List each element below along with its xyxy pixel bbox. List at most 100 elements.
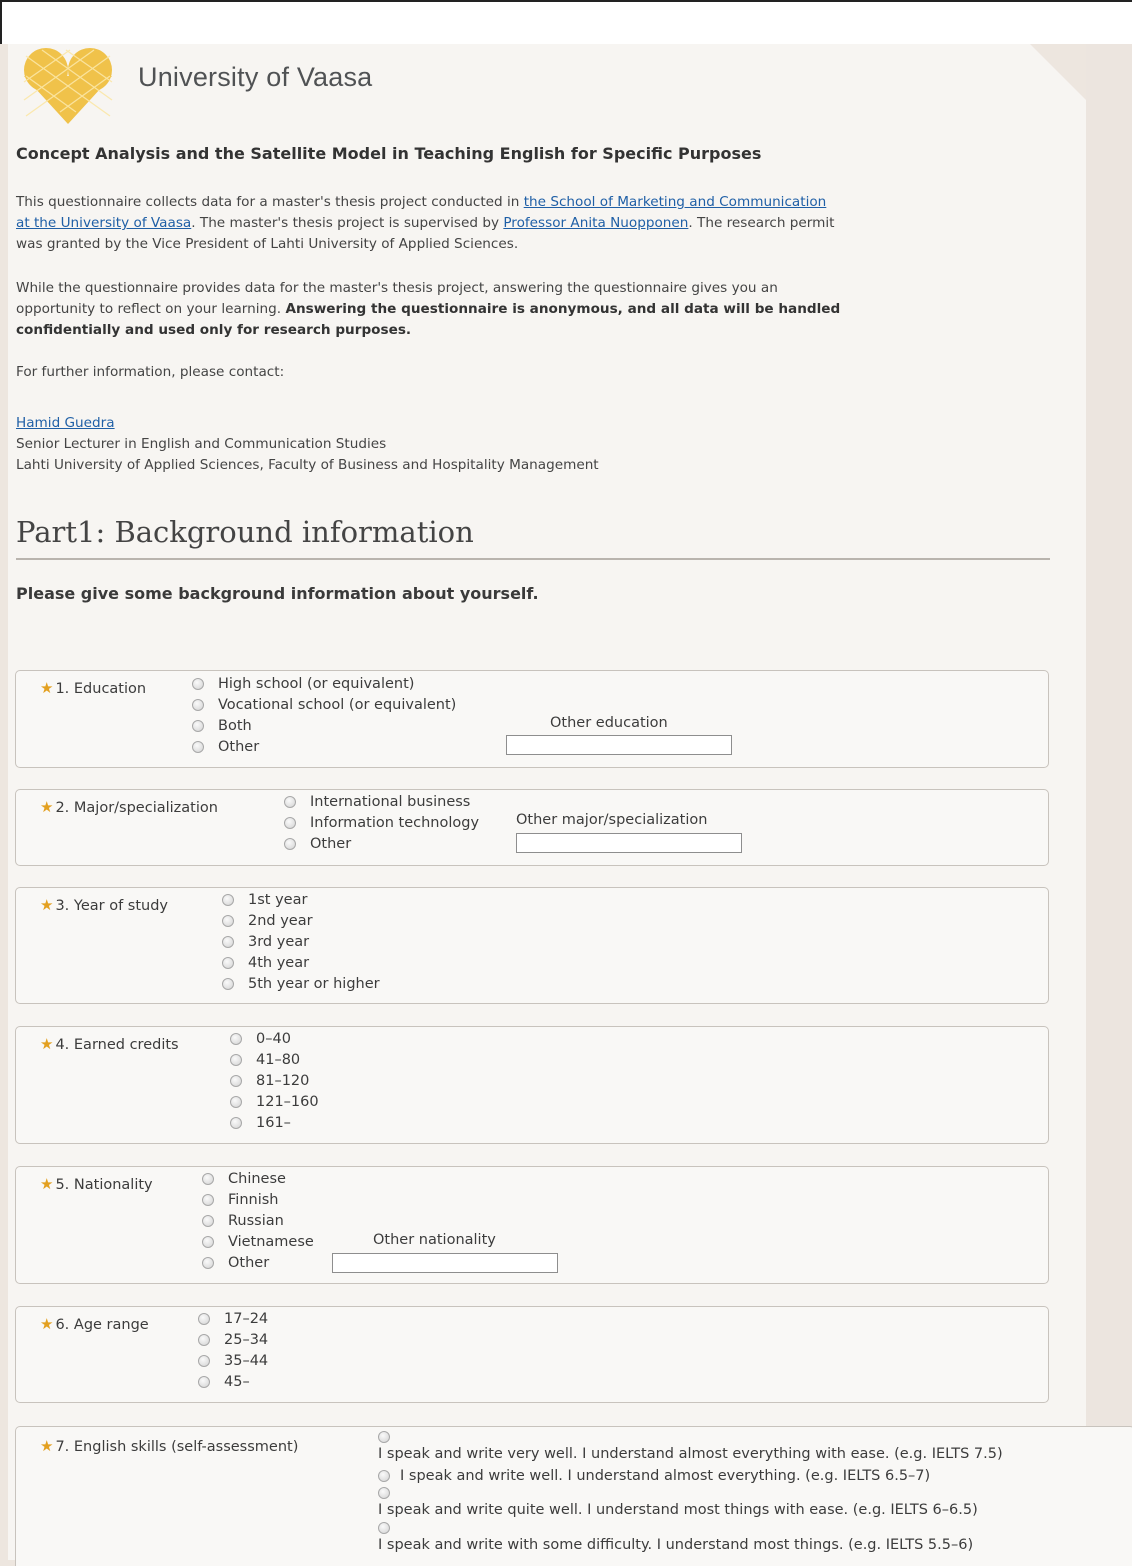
question-earned-credits: ★ 4. Earned credits 0–40 41–80 81–120 121…	[15, 1026, 1049, 1144]
intro-paragraph-3: For further information, please contact:	[16, 364, 285, 380]
radio-button[interactable]	[230, 1053, 242, 1066]
other-education-input[interactable]	[506, 735, 732, 755]
right-margin	[1086, 44, 1132, 1560]
option-skill-quite-well[interactable]: I speak and write quite well. I understa…	[378, 1486, 1003, 1521]
survey-title: Concept Analysis and the Satellite Model…	[16, 144, 762, 163]
option-list: International business Information techn…	[284, 791, 479, 854]
university-link[interactable]: at the University of Vaasa	[16, 215, 191, 231]
contact-name-link[interactable]: Hamid Guedra	[16, 415, 115, 431]
school-link[interactable]: the School of Marketing and Communicatio…	[524, 194, 827, 210]
option-41-80[interactable]: 41–80	[230, 1049, 319, 1070]
option-3rd-year[interactable]: 3rd year	[222, 931, 380, 952]
option-25-34[interactable]: 25–34	[198, 1329, 268, 1350]
part-divider	[16, 558, 1050, 560]
radio-button[interactable]	[222, 935, 234, 948]
question-label: ★ 6. Age range	[40, 1315, 149, 1333]
required-star-icon: ★	[40, 896, 54, 914]
radio-button[interactable]	[202, 1193, 214, 1206]
option-vocational-school[interactable]: Vocational school (or equivalent)	[192, 694, 456, 715]
option-international-business[interactable]: International business	[284, 791, 479, 812]
university-heart-logo-icon	[23, 48, 113, 124]
option-35-44[interactable]: 35–44	[198, 1350, 268, 1371]
option-161-plus[interactable]: 161–	[230, 1112, 319, 1133]
part-subtitle: Please give some background information …	[16, 584, 539, 603]
option-2nd-year[interactable]: 2nd year	[222, 910, 380, 931]
radio-button[interactable]	[202, 1214, 214, 1227]
option-other[interactable]: Other	[284, 833, 479, 854]
option-5th-year-or-higher[interactable]: 5th year or higher	[222, 973, 380, 994]
radio-button[interactable]	[198, 1333, 210, 1346]
option-vietnamese[interactable]: Vietnamese	[202, 1231, 314, 1252]
intro-paragraph-2: While the questionnaire provides data fo…	[16, 280, 841, 338]
radio-button[interactable]	[378, 1487, 390, 1499]
radio-button[interactable]	[222, 914, 234, 927]
option-121-160[interactable]: 121–160	[230, 1091, 319, 1112]
required-star-icon: ★	[40, 679, 54, 697]
option-finnish[interactable]: Finnish	[202, 1189, 314, 1210]
option-skill-very-well[interactable]: I speak and write very well. I understan…	[378, 1430, 1003, 1465]
intro-paragraph-1: This questionnaire collects data for a m…	[16, 194, 835, 252]
radio-button[interactable]	[192, 698, 204, 711]
option-information-technology[interactable]: Information technology	[284, 812, 479, 833]
option-45-plus[interactable]: 45–	[198, 1371, 268, 1392]
option-1st-year[interactable]: 1st year	[222, 889, 380, 910]
radio-button[interactable]	[222, 893, 234, 906]
option-other[interactable]: Other	[192, 736, 456, 757]
option-list: Chinese Finnish Russian Vietnamese Other	[202, 1168, 314, 1273]
supervisor-link[interactable]: Professor Anita Nuopponen	[503, 215, 688, 231]
option-4th-year[interactable]: 4th year	[222, 952, 380, 973]
contact-block: Hamid Guedra Senior Lecturer in English …	[16, 413, 1056, 476]
option-russian[interactable]: Russian	[202, 1210, 314, 1231]
part-title: Part1: Background information	[16, 515, 474, 549]
radio-button[interactable]	[230, 1032, 242, 1045]
radio-button[interactable]	[378, 1431, 390, 1443]
radio-button[interactable]	[192, 740, 204, 753]
radio-button[interactable]	[198, 1375, 210, 1388]
radio-button[interactable]	[222, 977, 234, 990]
option-skill-some-difficulty[interactable]: I speak and write with some difficulty. …	[378, 1521, 1003, 1556]
option-81-120[interactable]: 81–120	[230, 1070, 319, 1091]
question-label: ★ 2. Major/specialization	[40, 798, 218, 816]
question-english-skills: ★ 7. English skills (self-assessment) I s…	[15, 1426, 1132, 1566]
radio-button[interactable]	[202, 1256, 214, 1269]
radio-button[interactable]	[202, 1172, 214, 1185]
question-label: ★ 3. Year of study	[40, 896, 169, 914]
radio-button[interactable]	[198, 1354, 210, 1367]
question-nationality: ★ 5. Nationality Chinese Finnish Russian …	[15, 1166, 1049, 1284]
question-label: ★ 5. Nationality	[40, 1175, 153, 1193]
radio-button[interactable]	[192, 719, 204, 732]
option-17-24[interactable]: 17–24	[198, 1308, 268, 1329]
radio-button[interactable]	[378, 1522, 390, 1534]
radio-button[interactable]	[222, 956, 234, 969]
option-skill-well[interactable]: I speak and write well. I understand alm…	[378, 1465, 1003, 1486]
option-list: 0–40 41–80 81–120 121–160 161–	[230, 1028, 319, 1133]
radio-button[interactable]	[198, 1312, 210, 1325]
other-major-input[interactable]	[516, 833, 742, 853]
question-age-range: ★ 6. Age range 17–24 25–34 35–44 45–	[15, 1306, 1049, 1403]
radio-button[interactable]	[284, 837, 296, 850]
radio-button[interactable]	[202, 1235, 214, 1248]
option-list: I speak and write very well. I understan…	[378, 1430, 1003, 1556]
browser-top-bar	[0, 0, 1132, 44]
option-high-school[interactable]: High school (or equivalent)	[192, 673, 456, 694]
radio-button[interactable]	[230, 1116, 242, 1129]
question-label: ★ 4. Earned credits	[40, 1035, 179, 1053]
radio-button[interactable]	[230, 1095, 242, 1108]
option-chinese[interactable]: Chinese	[202, 1168, 314, 1189]
radio-button[interactable]	[284, 816, 296, 829]
other-nationality-input[interactable]	[332, 1253, 558, 1273]
other-major-label: Other major/specialization	[516, 812, 708, 828]
option-list: High school (or equivalent) Vocational s…	[192, 673, 456, 757]
option-both[interactable]: Both	[192, 715, 456, 736]
radio-button[interactable]	[230, 1074, 242, 1087]
radio-button[interactable]	[378, 1469, 390, 1482]
radio-button[interactable]	[284, 795, 296, 808]
option-0-40[interactable]: 0–40	[230, 1028, 319, 1049]
required-star-icon: ★	[40, 1175, 54, 1193]
page-corner-fold	[1030, 44, 1086, 100]
radio-button[interactable]	[192, 677, 204, 690]
survey-page: University of Vaasa Concept Analysis and…	[8, 44, 1132, 1566]
option-other[interactable]: Other	[202, 1252, 314, 1273]
question-year-of-study: ★ 3. Year of study 1st year 2nd year 3rd …	[15, 887, 1049, 1004]
contact-title: Senior Lecturer in English and Communica…	[16, 436, 387, 452]
